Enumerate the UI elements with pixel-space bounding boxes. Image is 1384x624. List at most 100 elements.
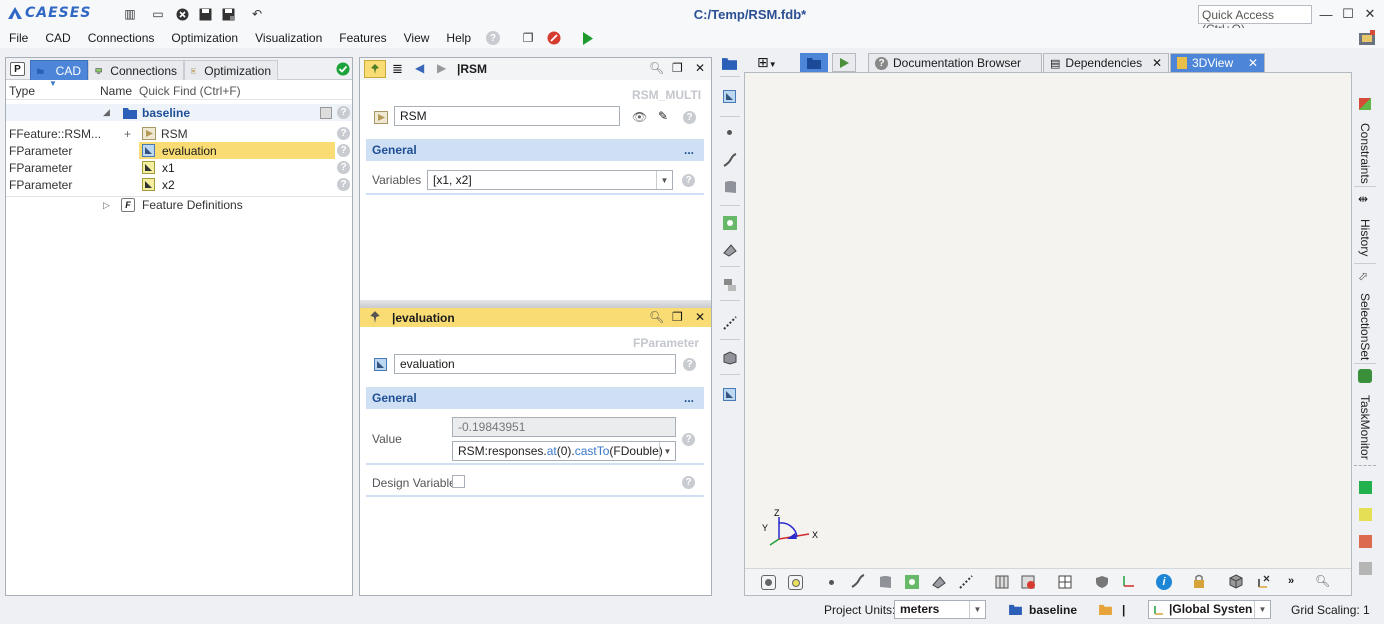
variables-select[interactable]: [x1, x2] ▼ xyxy=(427,170,673,190)
help-icon[interactable]: ? xyxy=(682,174,695,187)
chevron-down-icon[interactable]: ▼ xyxy=(969,601,985,618)
chevron-down-icon[interactable]: ▼ xyxy=(659,442,675,460)
rsm-name-field[interactable]: RSM xyxy=(394,106,620,126)
search-icon[interactable]: 🔍︎ xyxy=(649,61,664,75)
tree-row-x1[interactable]: FParameter x1 ? xyxy=(6,159,352,176)
show-points-icon[interactable] xyxy=(829,580,834,585)
detach-icon[interactable]: ❐ xyxy=(672,61,683,75)
point-tool-icon[interactable] xyxy=(727,130,732,135)
run-view-button[interactable] xyxy=(832,53,856,72)
tree-row-evaluation[interactable]: FParameter evaluation ? xyxy=(6,142,352,159)
minimize-button[interactable]: — xyxy=(1318,6,1334,22)
tree-row-baseline[interactable]: ◢ baseline ? xyxy=(6,104,352,121)
visibility-icon[interactable]: 👁︎ xyxy=(632,110,647,124)
tree-row-feature-definitions[interactable]: ▷ F Feature Definitions xyxy=(6,196,352,213)
lock-icon[interactable] xyxy=(1192,574,1206,592)
help-icon[interactable]: ? xyxy=(682,433,695,446)
help-icon[interactable]: ? xyxy=(337,178,350,191)
quick-access-input[interactable]: Quick Access (Ctrl+Q) xyxy=(1198,5,1312,36)
list-icon[interactable]: ≣ xyxy=(392,61,403,77)
target-view-icon[interactable] xyxy=(761,575,776,590)
rsm-general-section[interactable]: General ... xyxy=(366,139,704,161)
menu-help[interactable]: Help xyxy=(446,31,471,45)
expand-plus-icon[interactable]: + xyxy=(124,127,131,141)
splitter[interactable] xyxy=(360,300,711,308)
menu-view[interactable]: View xyxy=(404,31,430,45)
eval-name-field[interactable]: evaluation xyxy=(394,354,676,374)
show-surfaces-icon[interactable] xyxy=(878,575,892,592)
menu-file[interactable]: File xyxy=(9,31,28,45)
highlight-view-icon[interactable] xyxy=(788,575,803,590)
parameter-tool-icon[interactable] xyxy=(723,388,736,401)
close-tab-icon[interactable]: ✕ xyxy=(1152,56,1162,70)
show-features-icon[interactable] xyxy=(905,575,919,592)
section-more-button[interactable]: ... xyxy=(684,391,694,405)
transformation-tool-icon[interactable] xyxy=(723,278,737,295)
show-measures-icon[interactable] xyxy=(959,575,973,592)
run-icon[interactable] xyxy=(580,30,596,46)
filter-icon[interactable] xyxy=(320,106,332,119)
help-icon[interactable]: ? xyxy=(682,476,695,489)
close-icon[interactable]: ✕ xyxy=(695,310,705,324)
expand-arrow-icon[interactable]: ▷ xyxy=(103,200,110,211)
close-project-icon[interactable] xyxy=(174,6,190,22)
tree-row-rsm[interactable]: FFeature::RSM... + RSM ? xyxy=(6,125,352,142)
help-icon[interactable]: ? xyxy=(337,127,350,140)
stop-icon[interactable] xyxy=(546,30,562,46)
detach-icon[interactable]: ❐ xyxy=(672,310,683,324)
copy-icon[interactable]: ❐ xyxy=(520,30,536,46)
pin-icon[interactable] xyxy=(368,310,382,327)
column-type[interactable]: Type xyxy=(9,84,35,98)
measure-tool-icon[interactable] xyxy=(723,316,737,333)
menu-features[interactable]: Features xyxy=(339,31,386,45)
help-icon[interactable]: ? xyxy=(337,144,350,157)
shield-icon[interactable] xyxy=(1095,575,1109,592)
value-expression-field[interactable]: RSM:responses.at(0).castTo(FDouble) ▼ xyxy=(452,441,676,461)
design-variable-checkbox[interactable] xyxy=(452,475,465,488)
search-icon[interactable]: 🔍︎ xyxy=(649,310,664,324)
dock-tab-history[interactable]: History xyxy=(1358,219,1372,256)
project-units-select[interactable]: meters ▼ xyxy=(894,600,986,619)
help-icon[interactable]: ? xyxy=(683,111,696,124)
curve-tool-icon[interactable] xyxy=(723,153,737,170)
layout-icon[interactable]: ▥ xyxy=(122,6,138,22)
current-design[interactable]: baseline xyxy=(1029,603,1077,617)
folder-icon[interactable] xyxy=(722,57,737,70)
menu-connections[interactable]: Connections xyxy=(88,31,155,45)
show-curves-icon[interactable] xyxy=(851,574,865,591)
maximize-button[interactable]: ☐ xyxy=(1340,6,1356,22)
save-as-icon[interactable] xyxy=(220,6,236,22)
surface-tool-icon[interactable] xyxy=(723,180,737,197)
clipping-icon[interactable] xyxy=(1021,575,1035,592)
tab-cad[interactable]: CAD xyxy=(30,60,88,80)
tree-row-x2[interactable]: FParameter x2 ? xyxy=(6,176,352,193)
tab-connections[interactable]: Connections xyxy=(88,60,184,80)
box-tool-icon[interactable] xyxy=(723,351,737,368)
tab-3dview[interactable]: 3DView ✕ xyxy=(1170,53,1265,72)
color-red-swatch[interactable] xyxy=(1359,535,1372,548)
help-icon[interactable]: ? xyxy=(486,31,501,45)
section-view-icon[interactable] xyxy=(995,575,1009,592)
feature-tool-icon[interactable] xyxy=(723,216,737,233)
section-more-button[interactable]: ... xyxy=(684,143,694,157)
edit-icon[interactable]: ✎ xyxy=(658,109,668,123)
menu-cad[interactable]: CAD xyxy=(45,31,70,45)
dock-tab-constraints[interactable]: Constraints xyxy=(1358,123,1372,184)
back-icon[interactable]: ◀ xyxy=(415,61,424,75)
parameter-tool-icon[interactable] xyxy=(723,90,736,103)
mesh-tool-icon[interactable] xyxy=(723,243,737,260)
column-name[interactable]: Name xyxy=(100,84,132,98)
color-gray-swatch[interactable] xyxy=(1359,562,1372,575)
cad-view-button[interactable] xyxy=(800,53,828,72)
grid-toggle-icon[interactable] xyxy=(1058,575,1072,592)
quick-find-input[interactable]: Quick Find (Ctrl+F) xyxy=(139,84,241,98)
dock-tab-taskmonitor[interactable]: TaskMonitor xyxy=(1358,395,1372,460)
eval-general-section[interactable]: General ... xyxy=(366,387,704,409)
axes-toggle-icon[interactable] xyxy=(1121,574,1136,592)
cube-icon[interactable] xyxy=(1229,574,1244,592)
help-icon[interactable]: ? xyxy=(337,106,350,119)
save-icon[interactable] xyxy=(197,6,213,22)
expand-arrow-icon[interactable]: ◢ xyxy=(103,107,110,118)
screenshot-icon[interactable] xyxy=(1358,30,1376,46)
help-icon[interactable]: ? xyxy=(683,358,696,371)
